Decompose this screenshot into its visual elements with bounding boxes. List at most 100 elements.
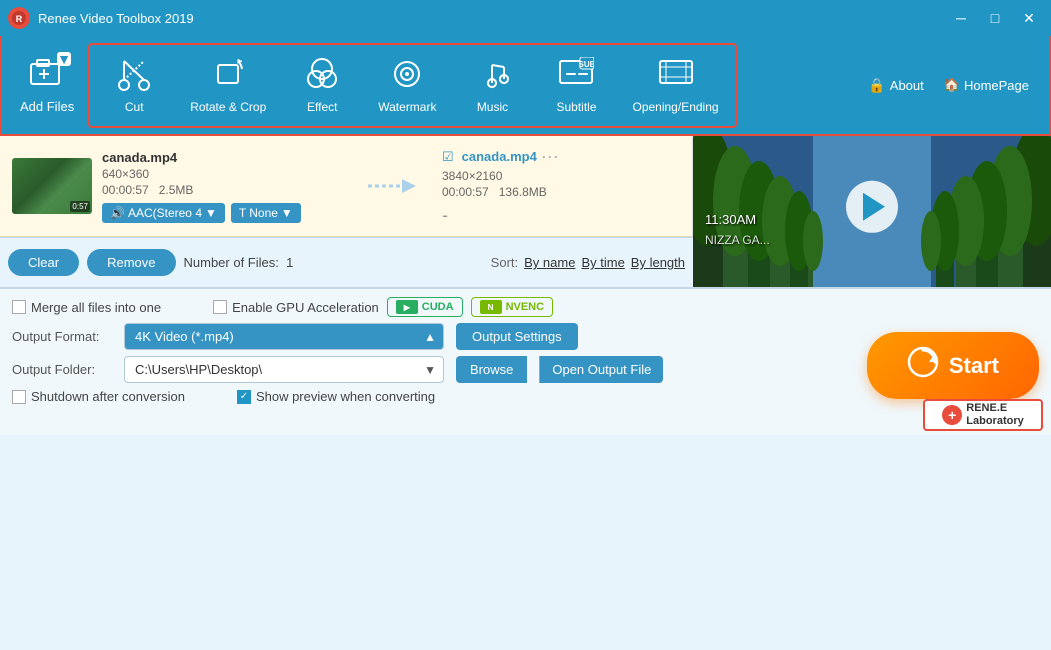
output-dash: - <box>442 205 680 226</box>
titlebar: R Renee Video Toolbox 2019 ─ □ ✕ <box>0 0 1051 36</box>
close-button[interactable]: ✕ <box>1015 8 1043 28</box>
sort-by-time[interactable]: By time <box>581 255 624 270</box>
show-preview-checkbox[interactable]: ✓ <box>237 390 251 404</box>
nvenc-badge: N NVENC <box>471 297 554 317</box>
merge-checkbox[interactable] <box>12 300 26 314</box>
rotate-label: Rotate & Crop <box>190 100 266 114</box>
shutdown-checkbox[interactable] <box>12 390 26 404</box>
input-filename: canada.mp4 <box>102 150 340 165</box>
watermark-icon <box>389 57 425 96</box>
play-video-button[interactable] <box>846 180 898 232</box>
show-preview-checkbox-label[interactable]: ✓ Show preview when converting <box>237 389 435 404</box>
play-triangle-icon <box>863 192 885 220</box>
restore-button[interactable]: □ <box>981 8 1009 28</box>
file-count: Number of Files: 1 <box>184 255 294 270</box>
output-settings-button[interactable]: Output Settings <box>456 323 578 350</box>
opening-label: Opening/Ending <box>632 100 718 114</box>
main-content: 0:57 canada.mp4 640×360 00:00:57 2.5MB 🔊… <box>0 136 1051 287</box>
remove-button[interactable]: Remove <box>87 249 175 276</box>
output-check-icon: ☑ <box>442 149 454 165</box>
bottom-panel-wrapper: Merge all files into one Enable GPU Acce… <box>0 287 1051 435</box>
toolbar-item-rotate[interactable]: Rotate & Crop <box>178 49 278 122</box>
music-label: Music <box>477 100 508 114</box>
conversion-arrow <box>350 171 432 201</box>
output-format-select-wrap: 4K Video (*.mp4) ▲ <box>124 323 444 350</box>
sort-by-name[interactable]: By name <box>524 255 575 270</box>
file-list: 0:57 canada.mp4 640×360 00:00:57 2.5MB 🔊… <box>0 136 693 237</box>
video-bg: 11:30AM NIZZA GA... <box>693 136 1051 287</box>
output-folder-row: Output Folder: C:\Users\HP\Desktop\ ▼ Br… <box>12 356 681 383</box>
sort-by-length[interactable]: By length <box>631 255 685 270</box>
video-time-overlay: 11:30AM <box>705 212 756 227</box>
toolbar-main: ▼ Add Files Cut <box>6 43 860 128</box>
add-files-icon: ▼ <box>29 56 65 93</box>
clear-button[interactable]: Clear <box>8 249 79 276</box>
effect-label: Effect <box>307 100 337 114</box>
bottom-panel-right: Start + RENE.E Laboratory <box>693 287 1051 435</box>
output-more-options[interactable]: ··· <box>541 146 559 167</box>
window-controls: ─ □ ✕ <box>947 8 1043 28</box>
browse-button[interactable]: Browse <box>456 356 527 383</box>
open-output-button[interactable]: Open Output File <box>539 356 663 383</box>
minimize-button[interactable]: ─ <box>947 8 975 28</box>
file-output-info: ☑ canada.mp4 ··· 3840×2160 00:00:57 136.… <box>442 146 680 226</box>
toolbar: ▼ Add Files Cut <box>0 36 1051 136</box>
output-format-select[interactable]: 4K Video (*.mp4) <box>124 323 444 350</box>
bottom-panel-main: Merge all files into one Enable GPU Acce… <box>0 287 693 435</box>
rene-plus-icon: + <box>942 405 962 425</box>
music-icon <box>474 57 510 96</box>
subtitle-label: Subtitle <box>556 100 596 114</box>
cut-icon <box>116 57 152 96</box>
video-location-overlay: NIZZA GA... <box>705 233 770 247</box>
effect-icon <box>304 57 340 96</box>
home-icon: 🏠 <box>944 77 960 93</box>
audio-select[interactable]: 🔊 AAC(Stereo 4 ▼ <box>102 203 225 223</box>
cuda-logo: ▶ <box>396 300 418 314</box>
toolbar-item-cut[interactable]: Cut <box>94 49 174 122</box>
bottom-controls-bar: Clear Remove Number of Files: 1 Sort: By… <box>0 237 693 287</box>
add-files-button[interactable]: ▼ Add Files <box>6 48 88 122</box>
video-preview-panel: 11:30AM NIZZA GA... ⏮ ▶ ■ ⏭ 📷 📁 🔊 ⛶ <box>693 136 1051 287</box>
rotate-icon <box>210 57 246 96</box>
options-row2: Shutdown after conversion ✓ Show preview… <box>12 389 681 404</box>
output-format-row: Output Format: 4K Video (*.mp4) ▲ Output… <box>12 323 681 350</box>
subtitle-select[interactable]: T None ▼ <box>231 203 301 223</box>
start-icon <box>907 346 939 385</box>
file-input-info: canada.mp4 640×360 00:00:57 2.5MB 🔊 AAC(… <box>102 150 340 223</box>
toolbar-item-opening[interactable]: Opening/Ending <box>620 49 730 122</box>
svg-text:SUB: SUB <box>579 60 594 69</box>
toolbar-item-watermark[interactable]: Watermark <box>366 49 448 122</box>
output-filename: canada.mp4 <box>462 149 537 164</box>
app-logo: R <box>8 7 30 29</box>
toolbar-item-effect[interactable]: Effect <box>282 49 362 122</box>
toolbar-right: 🔒 About 🏠 HomePage <box>860 73 1045 98</box>
toolbar-items: Cut Rotate & Crop <box>88 43 736 128</box>
watermark-label: Watermark <box>378 100 436 114</box>
toolbar-item-music[interactable]: Music <box>452 49 532 122</box>
toolbar-item-subtitle[interactable]: SUB Subtitle <box>536 49 616 122</box>
start-button[interactable]: Start <box>867 332 1039 399</box>
opening-icon <box>658 57 694 96</box>
file-thumbnail: 0:57 <box>12 158 92 214</box>
about-button[interactable]: 🔒 About <box>860 73 931 98</box>
about-icon: 🔒 <box>868 77 885 94</box>
output-folder-select-wrap: C:\Users\HP\Desktop\ ▼ <box>124 356 444 383</box>
shutdown-checkbox-label[interactable]: Shutdown after conversion <box>12 389 185 404</box>
output-duration-size: 00:00:57 136.8MB <box>442 185 680 199</box>
start-label: Start <box>949 353 999 379</box>
file-item: 0:57 canada.mp4 640×360 00:00:57 2.5MB 🔊… <box>0 136 692 237</box>
gpu-checkbox-label[interactable]: Enable GPU Acceleration <box>213 300 379 315</box>
output-format-label: Output Format: <box>12 329 112 344</box>
homepage-button[interactable]: 🏠 HomePage <box>936 73 1037 97</box>
input-resolution: 640×360 <box>102 167 340 181</box>
gpu-checkbox[interactable] <box>213 300 227 314</box>
cuda-badge: ▶ CUDA <box>387 297 463 317</box>
merge-checkbox-label[interactable]: Merge all files into one <box>12 300 161 315</box>
output-folder-label: Output Folder: <box>12 362 112 377</box>
main-left: 0:57 canada.mp4 640×360 00:00:57 2.5MB 🔊… <box>0 136 693 287</box>
svg-text:R: R <box>16 14 23 24</box>
input-duration-size: 00:00:57 2.5MB <box>102 183 340 197</box>
output-folder-select[interactable]: C:\Users\HP\Desktop\ <box>124 356 444 383</box>
app-title: Renee Video Toolbox 2019 <box>38 11 947 26</box>
add-files-label: Add Files <box>20 99 74 114</box>
